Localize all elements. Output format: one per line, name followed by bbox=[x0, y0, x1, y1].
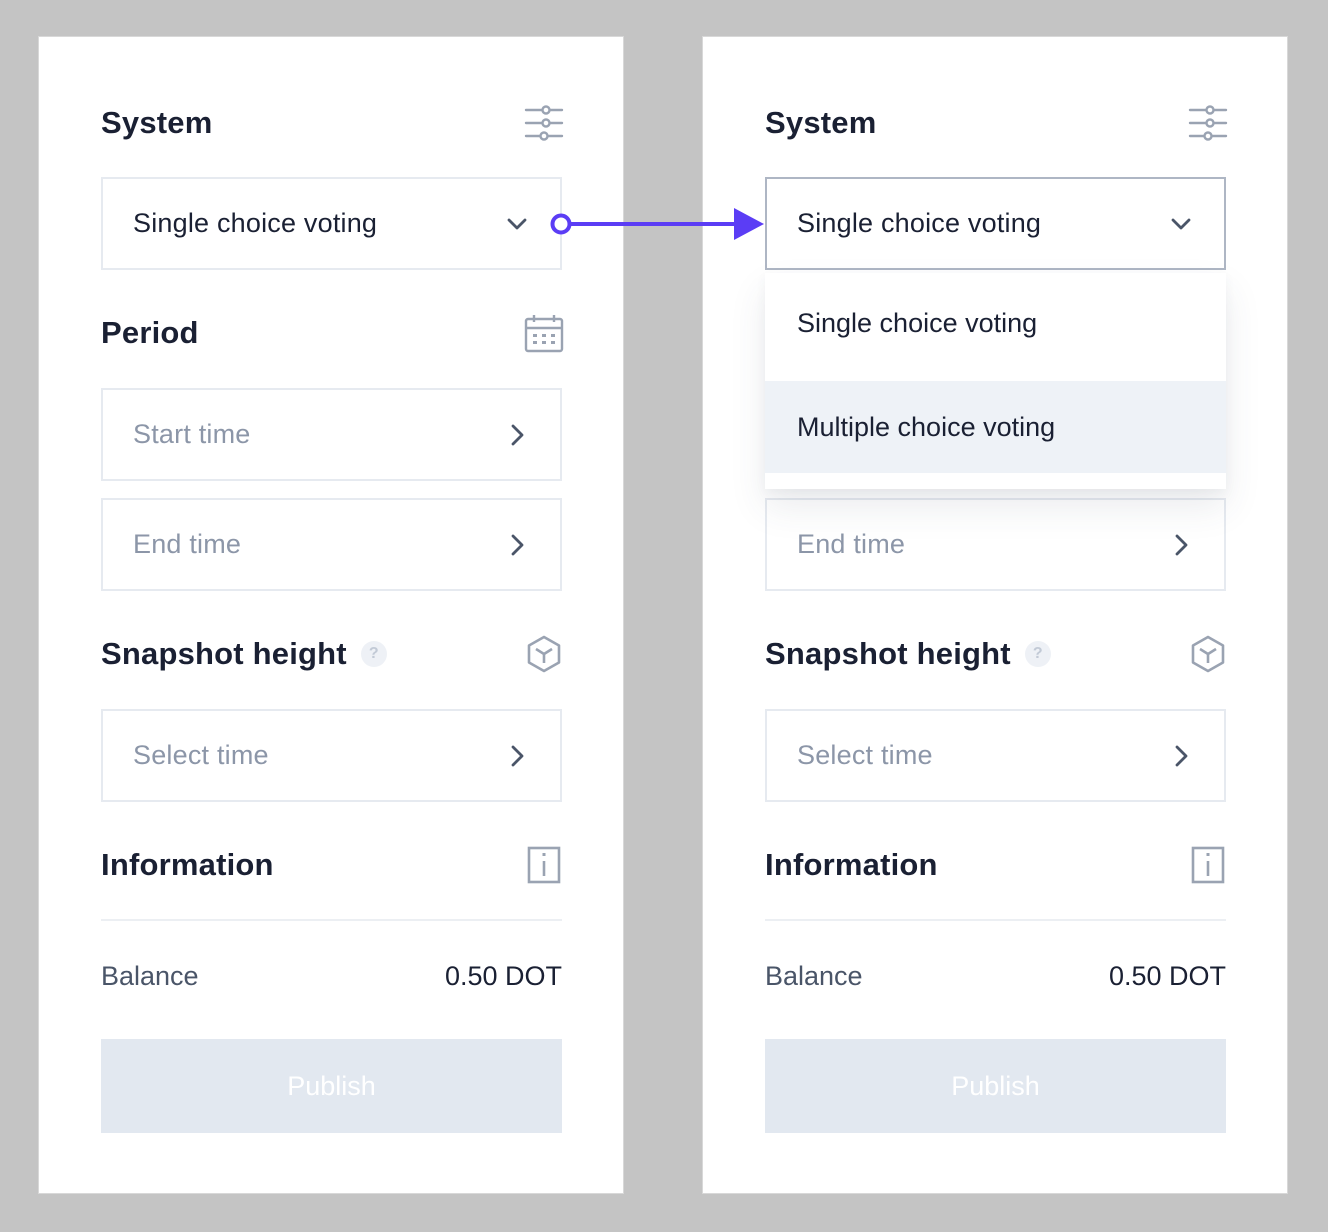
voting-system-select[interactable]: Single choice voting bbox=[101, 177, 562, 270]
select-time-placeholder: Select time bbox=[797, 740, 933, 770]
divider bbox=[101, 919, 562, 921]
balance-value: 0.50 DOT bbox=[444, 960, 562, 991]
voting-system-select[interactable]: Single choice voting bbox=[765, 177, 1226, 270]
chevron-right-icon bbox=[1168, 532, 1194, 558]
balance-row: Balance 0.50 DOT bbox=[101, 958, 562, 994]
select-time-placeholder: Select time bbox=[133, 740, 269, 770]
system-title: System bbox=[101, 105, 213, 140]
snapshot-title: Snapshot height ? bbox=[765, 636, 1051, 672]
balance-label: Balance bbox=[101, 960, 199, 991]
end-time-placeholder: End time bbox=[797, 529, 906, 559]
period-section-header: Period bbox=[101, 313, 564, 353]
chevron-right-icon bbox=[504, 532, 530, 558]
form-panel-closed: System Single choice voting Period Start… bbox=[38, 36, 624, 1194]
snapshot-title-text: Snapshot height bbox=[101, 636, 347, 671]
cube-icon[interactable] bbox=[524, 634, 564, 674]
snapshot-title-text: Snapshot height bbox=[765, 636, 1011, 671]
start-time-field[interactable]: Start time bbox=[101, 388, 562, 481]
information-section-header: Information bbox=[101, 845, 562, 885]
cube-icon[interactable] bbox=[1188, 634, 1228, 674]
sliders-icon[interactable] bbox=[1188, 103, 1228, 143]
voting-system-value: Single choice voting bbox=[133, 208, 378, 238]
snapshot-title: Snapshot height ? bbox=[101, 636, 387, 672]
publish-button[interactable]: Publish bbox=[765, 1039, 1226, 1133]
chevron-right-icon bbox=[1168, 743, 1194, 769]
form-panel-open: System Single choice voting End time Sna… bbox=[702, 36, 1288, 1194]
snapshot-section-header: Snapshot height ? bbox=[765, 634, 1226, 674]
dropdown-option-single-choice[interactable]: Single choice voting bbox=[765, 277, 1226, 369]
info-icon[interactable] bbox=[1188, 845, 1228, 885]
balance-row: Balance 0.50 DOT bbox=[765, 958, 1226, 994]
end-time-field[interactable]: End time bbox=[101, 498, 562, 591]
help-icon[interactable]: ? bbox=[1024, 641, 1051, 667]
chevron-right-icon bbox=[504, 422, 530, 448]
info-icon[interactable] bbox=[524, 845, 564, 885]
snapshot-section-header: Snapshot height ? bbox=[101, 634, 562, 674]
dropdown-option-multiple-choice[interactable]: Multiple choice voting bbox=[765, 381, 1226, 473]
chevron-down-icon bbox=[504, 211, 530, 237]
balance-label: Balance bbox=[765, 960, 863, 991]
information-title: Information bbox=[101, 847, 274, 882]
voting-system-dropdown-menu: Single choice voting Multiple choice vot… bbox=[765, 273, 1226, 489]
end-time-field[interactable]: End time bbox=[765, 498, 1226, 591]
system-section-header: System bbox=[765, 103, 1228, 143]
chevron-down-icon bbox=[1168, 211, 1194, 237]
snapshot-select-time-field[interactable]: Select time bbox=[101, 709, 562, 802]
publish-button[interactable]: Publish bbox=[101, 1039, 562, 1133]
balance-value: 0.50 DOT bbox=[1108, 960, 1226, 991]
calendar-icon[interactable] bbox=[524, 313, 564, 353]
start-time-placeholder: Start time bbox=[133, 419, 251, 449]
chevron-right-icon bbox=[504, 743, 530, 769]
divider bbox=[765, 919, 1226, 921]
period-title: Period bbox=[101, 315, 199, 350]
information-section-header: Information bbox=[765, 845, 1226, 885]
voting-system-value: Single choice voting bbox=[797, 208, 1042, 238]
help-icon[interactable]: ? bbox=[360, 641, 387, 667]
information-title: Information bbox=[765, 847, 938, 882]
system-section-header: System bbox=[101, 103, 564, 143]
snapshot-select-time-field[interactable]: Select time bbox=[765, 709, 1226, 802]
system-title: System bbox=[765, 105, 877, 140]
sliders-icon[interactable] bbox=[524, 103, 564, 143]
end-time-placeholder: End time bbox=[133, 529, 242, 559]
transition-arrow-icon bbox=[550, 208, 764, 240]
